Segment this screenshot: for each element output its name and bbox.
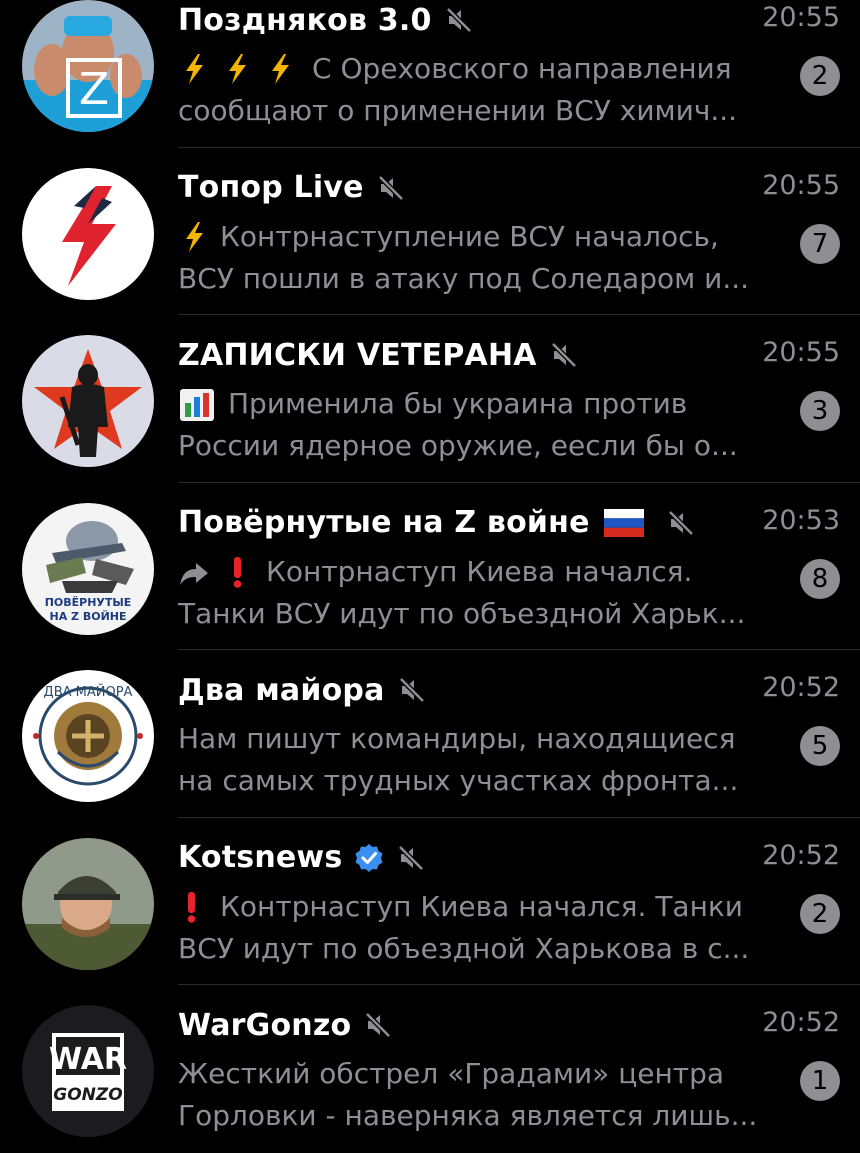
- avatar-label: ПОВЁРНУТЫЕ: [45, 595, 132, 609]
- message-preview: Применила бы украина против России ядерн…: [178, 383, 788, 467]
- muted-speaker-icon: [365, 1012, 392, 1038]
- message-preview: Жесткий обстрел «Градами» центра Горловк…: [178, 1053, 788, 1137]
- chat-title: WarGonzo: [178, 1007, 352, 1043]
- avatar-label: GONZO: [53, 1085, 122, 1105]
- chat-time: 20:52: [762, 839, 840, 871]
- chat-title: ZАПИСКИ VЕТЕРАНА: [178, 337, 537, 373]
- preview-line-1: Жесткий обстрел «Градами» центра: [178, 1057, 725, 1090]
- avatar-label: WAR: [49, 1042, 127, 1077]
- preview-line-1: Контрнаступление ВСУ началось,: [220, 219, 719, 253]
- avatar-povernutye-image: ПОВЁРНУТЫЕ НА Z ВОЙНЕ: [22, 502, 154, 635]
- chat-title: Повёрнутые на Z войне: [178, 505, 590, 540]
- chat-title: Два майора: [178, 672, 385, 708]
- avatar-veteran-image: [22, 335, 154, 467]
- unread-badge: 3: [800, 391, 840, 431]
- muted-speaker-icon: [445, 7, 472, 33]
- preview-line-2: ВСУ пошли в атаку под Соледаром и...: [178, 261, 750, 295]
- chat-title: Топор Live: [178, 170, 364, 205]
- avatar-label: НА Z ВОЙНЕ: [49, 610, 126, 623]
- unread-badge: 7: [800, 223, 840, 264]
- message-preview: Нам пишут командиры, находящиеся на самы…: [178, 718, 788, 802]
- svg-text:Z: Z: [79, 64, 109, 115]
- exclamation-icon: [187, 891, 196, 923]
- avatar-label: ДВА МАЙОРА: [44, 684, 133, 700]
- avatar-dva-mayora-image: ДВА МАЙОРА: [22, 670, 154, 802]
- chat-list: Z Поздняков 3.0 20:55 С Ореховского напр…: [0, 0, 860, 1153]
- chat-title: Поздняков 3.0: [178, 2, 432, 38]
- unread-badge: 1: [800, 1061, 840, 1101]
- avatar-wargonzo-image: WAR GONZO: [22, 1005, 154, 1137]
- message-preview: Контрнаступ Киева начался. Танки ВСУ иду…: [178, 886, 788, 970]
- chat-row-topor-live[interactable]: Топор Live 20:55 Контрнаступление ВСУ на…: [0, 148, 860, 315]
- message-preview: С Ореховского направления сообщают о при…: [178, 48, 788, 132]
- bar-chart-icon: [180, 389, 214, 421]
- avatar: Z: [22, 0, 154, 132]
- preview-line-1: Контрнаступ Киева начался.: [266, 554, 693, 588]
- avatar: ДВА МАЙОРА: [22, 670, 154, 802]
- unread-badge: 2: [800, 893, 840, 934]
- avatar-topor-image: [22, 167, 154, 300]
- preview-line-2: сообщают о применении ВСУ химич...: [178, 94, 738, 127]
- chat-title: Kotsnews: [178, 840, 343, 875]
- preview-line-2: ВСУ идут по объездной Харькова в с...: [178, 931, 750, 965]
- lightning-triple-icon: [186, 54, 289, 84]
- preview-line-1: Применила бы украина против: [228, 387, 688, 420]
- chat-row-kotsnews[interactable]: Kotsnews 20:52 Контрнаступ Киева начался…: [0, 818, 860, 985]
- avatar: ПОВЁРНУТЫЕ НА Z ВОЙНЕ: [22, 502, 154, 635]
- chat-row-wargonzo[interactable]: WAR GONZO WarGonzo 20:52 Жесткий обстрел…: [0, 985, 860, 1153]
- avatar: [22, 837, 154, 970]
- lightning-icon: [186, 221, 203, 252]
- unread-badge: 2: [800, 56, 840, 96]
- chat-time: 20:52: [762, 672, 840, 703]
- forward-exclamation-icon: [180, 556, 242, 588]
- unread-badge: 5: [800, 726, 840, 766]
- muted-speaker-icon: [398, 844, 425, 871]
- avatar: WAR GONZO: [22, 1005, 154, 1137]
- preview-line-1: Нам пишут командиры, находящиеся: [178, 722, 736, 755]
- muted-speaker-icon: [398, 677, 425, 703]
- russia-flag-icon: [603, 508, 644, 537]
- verified-badge-icon: [355, 843, 383, 872]
- chat-time: 20:53: [762, 504, 840, 536]
- chat-time: 20:55: [762, 337, 840, 368]
- preview-line-1: С Ореховского направления: [312, 52, 732, 85]
- muted-speaker-icon: [667, 509, 694, 536]
- preview-line-2: Горловки - наверняка является лишь...: [178, 1099, 758, 1132]
- avatar-kotsnews-image: [22, 837, 154, 970]
- chat-row-pozdnyakov[interactable]: Z Поздняков 3.0 20:55 С Ореховского напр…: [0, 0, 860, 148]
- avatar: [22, 167, 154, 300]
- preview-line-2: Танки ВСУ идут по объездной Харьк...: [178, 596, 746, 630]
- preview-line-2: России ядерное оружие, еесли бы о...: [178, 429, 738, 462]
- chat-time: 20:55: [762, 2, 840, 33]
- preview-line-2: на самых трудных участках фронта...: [178, 764, 739, 797]
- chat-row-zapiski-veterana[interactable]: ZАПИСКИ VЕТЕРАНА 20:55 Применила бы укра…: [0, 315, 860, 483]
- muted-speaker-icon: [550, 342, 577, 368]
- unread-badge: 8: [800, 558, 840, 599]
- avatar-pozdnyakov-image: Z: [22, 0, 154, 132]
- chat-time: 20:52: [762, 1007, 840, 1038]
- chat-row-povernutye[interactable]: ПОВЁРНУТЫЕ НА Z ВОЙНЕ Повёрнутые на Z во…: [0, 483, 860, 650]
- preview-line-1: Контрнаступ Киева начался. Танки: [220, 889, 743, 923]
- message-preview: Контрнаступление ВСУ началось, ВСУ пошли…: [178, 216, 788, 300]
- muted-speaker-icon: [377, 174, 404, 201]
- message-preview: Контрнаступ Киева начался. Танки ВСУ иду…: [178, 551, 788, 635]
- chat-time: 20:55: [762, 169, 840, 201]
- avatar: [22, 335, 154, 467]
- chat-row-dva-mayora[interactable]: ДВА МАЙОРА Два майора 20:52 Нам пишут ко…: [0, 650, 860, 818]
